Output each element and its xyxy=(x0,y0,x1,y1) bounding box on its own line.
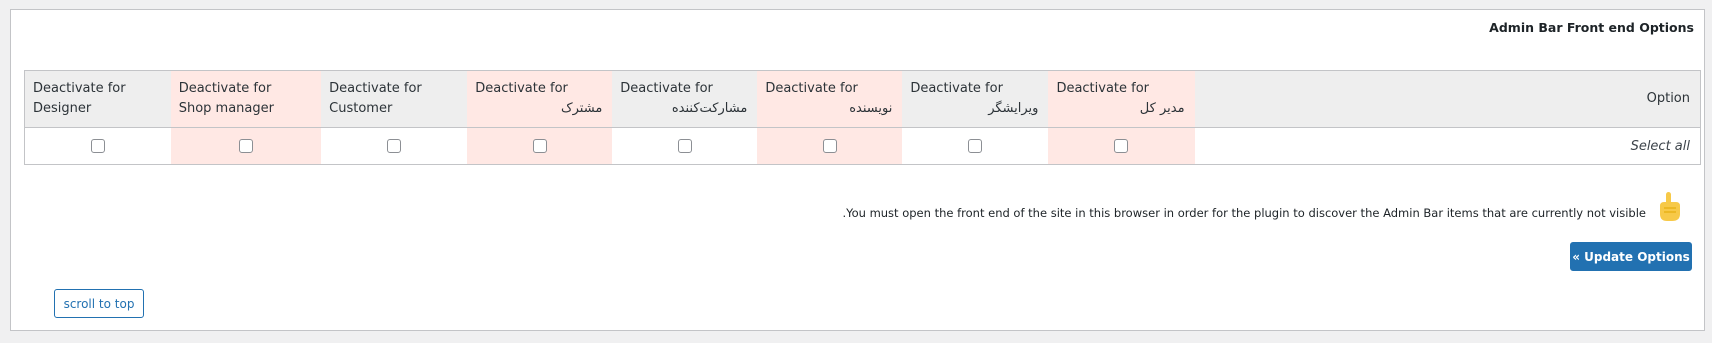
panel-title: Admin Bar Front end Options xyxy=(1489,20,1694,35)
column-header-editor: Deactivate for ویرایشگر xyxy=(902,70,1049,128)
column-header-subscriber: Deactivate for مشترک xyxy=(467,70,613,128)
select-all-checkbox-author[interactable] xyxy=(822,139,837,153)
select-all-checkbox-shop-manager[interactable] xyxy=(238,139,253,153)
visibility-notice: .You must open the front end of the site… xyxy=(842,190,1684,224)
options-table: Option Deactivate for مدیر کل Deactivate… xyxy=(24,70,1701,165)
column-header-shop-manager: Deactivate for Shop manager xyxy=(170,70,322,128)
select-all-checkbox-designer[interactable] xyxy=(90,139,105,153)
column-header-customer: Deactivate for Customer xyxy=(321,70,468,128)
column-header-author: Deactivate for نویسنده xyxy=(757,70,903,128)
column-header-designer: Deactivate for Designer xyxy=(24,70,171,128)
column-header-admin: Deactivate for مدیر کل xyxy=(1048,70,1195,128)
option-column-header: Option xyxy=(1194,70,1701,128)
select-all-checkbox-subscriber[interactable] xyxy=(532,139,547,153)
select-all-row: Select all xyxy=(24,127,1701,165)
update-options-button[interactable]: « Update Options xyxy=(1570,242,1692,271)
select-all-checkbox-customer[interactable] xyxy=(387,139,402,153)
select-all-label: Select all xyxy=(1194,127,1701,165)
scroll-to-top-button[interactable]: scroll to top xyxy=(54,289,144,318)
select-all-checkbox-contributor[interactable] xyxy=(677,139,692,153)
select-all-checkbox-editor[interactable] xyxy=(968,139,983,153)
pointing-hand-icon xyxy=(1660,192,1680,221)
admin-bar-options-panel: Admin Bar Front end Options Option Deact… xyxy=(10,9,1705,331)
column-header-contributor: Deactivate for مشارکت‌کننده xyxy=(612,70,758,128)
notice-text: .You must open the front end of the site… xyxy=(842,206,1646,220)
select-all-checkbox-admin[interactable] xyxy=(1114,139,1129,153)
table-header-row: Option Deactivate for مدیر کل Deactivate… xyxy=(24,70,1701,128)
